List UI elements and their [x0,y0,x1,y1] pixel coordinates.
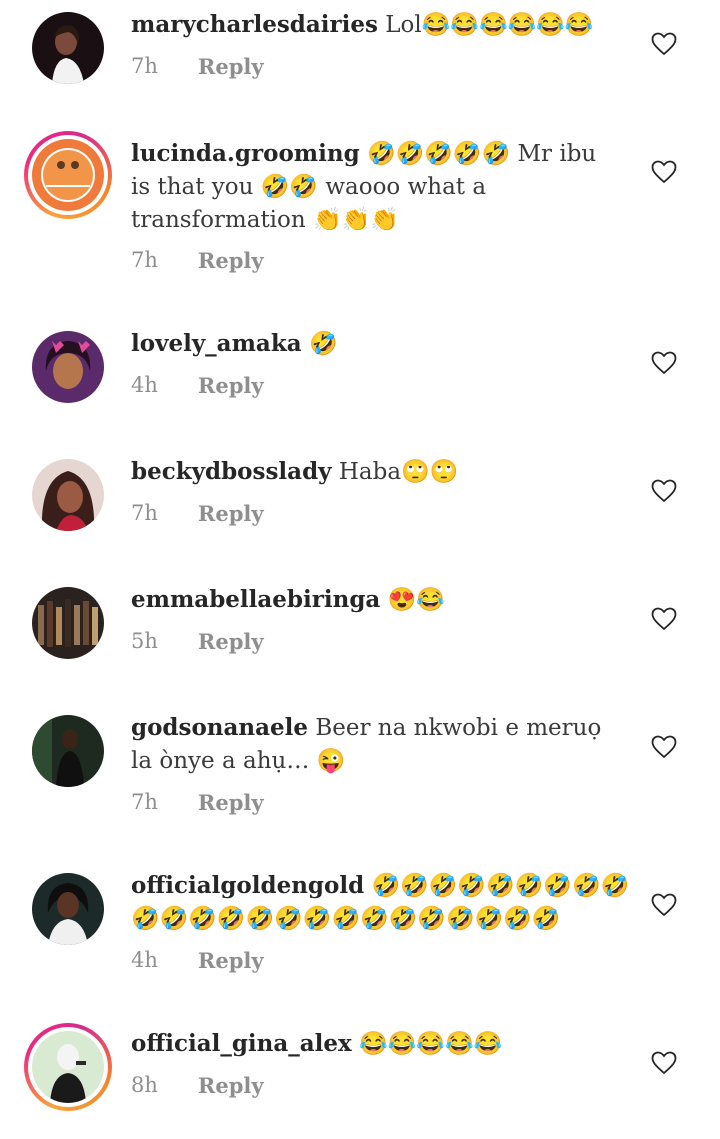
comment-time: 7h [131,501,158,525]
comment-text: 😍😂 [380,587,445,613]
reply-button[interactable]: Reply [198,248,264,273]
avatar[interactable] [32,715,104,787]
avatar-image [32,587,104,659]
reply-button[interactable]: Reply [198,373,264,398]
comment-text: 🤣 [301,331,338,357]
like-heart-icon[interactable] [651,893,677,917]
avatar-image [32,873,104,945]
reply-button[interactable]: Reply [198,1073,264,1098]
avatar-image [32,331,104,403]
comment-time: 7h [131,790,158,814]
reply-button[interactable]: Reply [198,629,264,654]
comment-time: 7h [131,248,158,272]
comment-text: Lol😂😂😂😂😂😂 [377,12,594,38]
avatar[interactable] [32,587,104,659]
reply-button[interactable]: Reply [198,501,264,526]
comment-username[interactable]: emmabellaebiringa [131,586,380,613]
comment-time: 4h [131,373,158,397]
avatar[interactable] [24,131,112,219]
comment-username[interactable]: marycharlesdairies [131,11,378,38]
comment-username[interactable]: beckydbosslady [131,458,332,485]
comment-username[interactable]: godsonanaele [131,714,308,741]
avatar-image [32,139,104,211]
reply-button[interactable]: Reply [198,948,264,973]
comment-time: 5h [131,629,158,653]
avatar[interactable] [32,331,104,403]
comment-time: 8h [131,1073,158,1097]
like-heart-icon[interactable] [651,32,677,56]
avatar-image [32,1031,104,1103]
reply-button[interactable]: Reply [198,790,264,815]
avatar[interactable] [24,1023,112,1111]
comment-text: Haba🙄🙄 [331,459,459,485]
comment-username[interactable]: lucinda.grooming [131,140,360,167]
avatar-image [32,459,104,531]
comment-time: 7h [131,54,158,78]
comment-username[interactable]: lovely_amaka [131,330,302,357]
comment-text: 😂😂😂😂😂 [351,1031,503,1057]
like-heart-icon[interactable] [651,1051,677,1075]
avatar[interactable] [32,459,104,531]
reply-button[interactable]: Reply [198,54,264,79]
like-heart-icon[interactable] [651,479,677,503]
like-heart-icon[interactable] [651,735,677,759]
comment-username[interactable]: officialgoldengold [131,872,364,899]
avatar-image [32,715,104,787]
avatar[interactable] [32,12,104,84]
avatar-image [32,12,104,84]
like-heart-icon[interactable] [651,607,677,631]
story-ring [28,1027,108,1107]
comment-time: 4h [131,948,158,972]
avatar[interactable] [32,873,104,945]
like-heart-icon[interactable] [651,351,677,375]
like-heart-icon[interactable] [651,160,677,184]
comment-username[interactable]: official_gina_alex [131,1030,352,1057]
story-ring [28,135,108,215]
